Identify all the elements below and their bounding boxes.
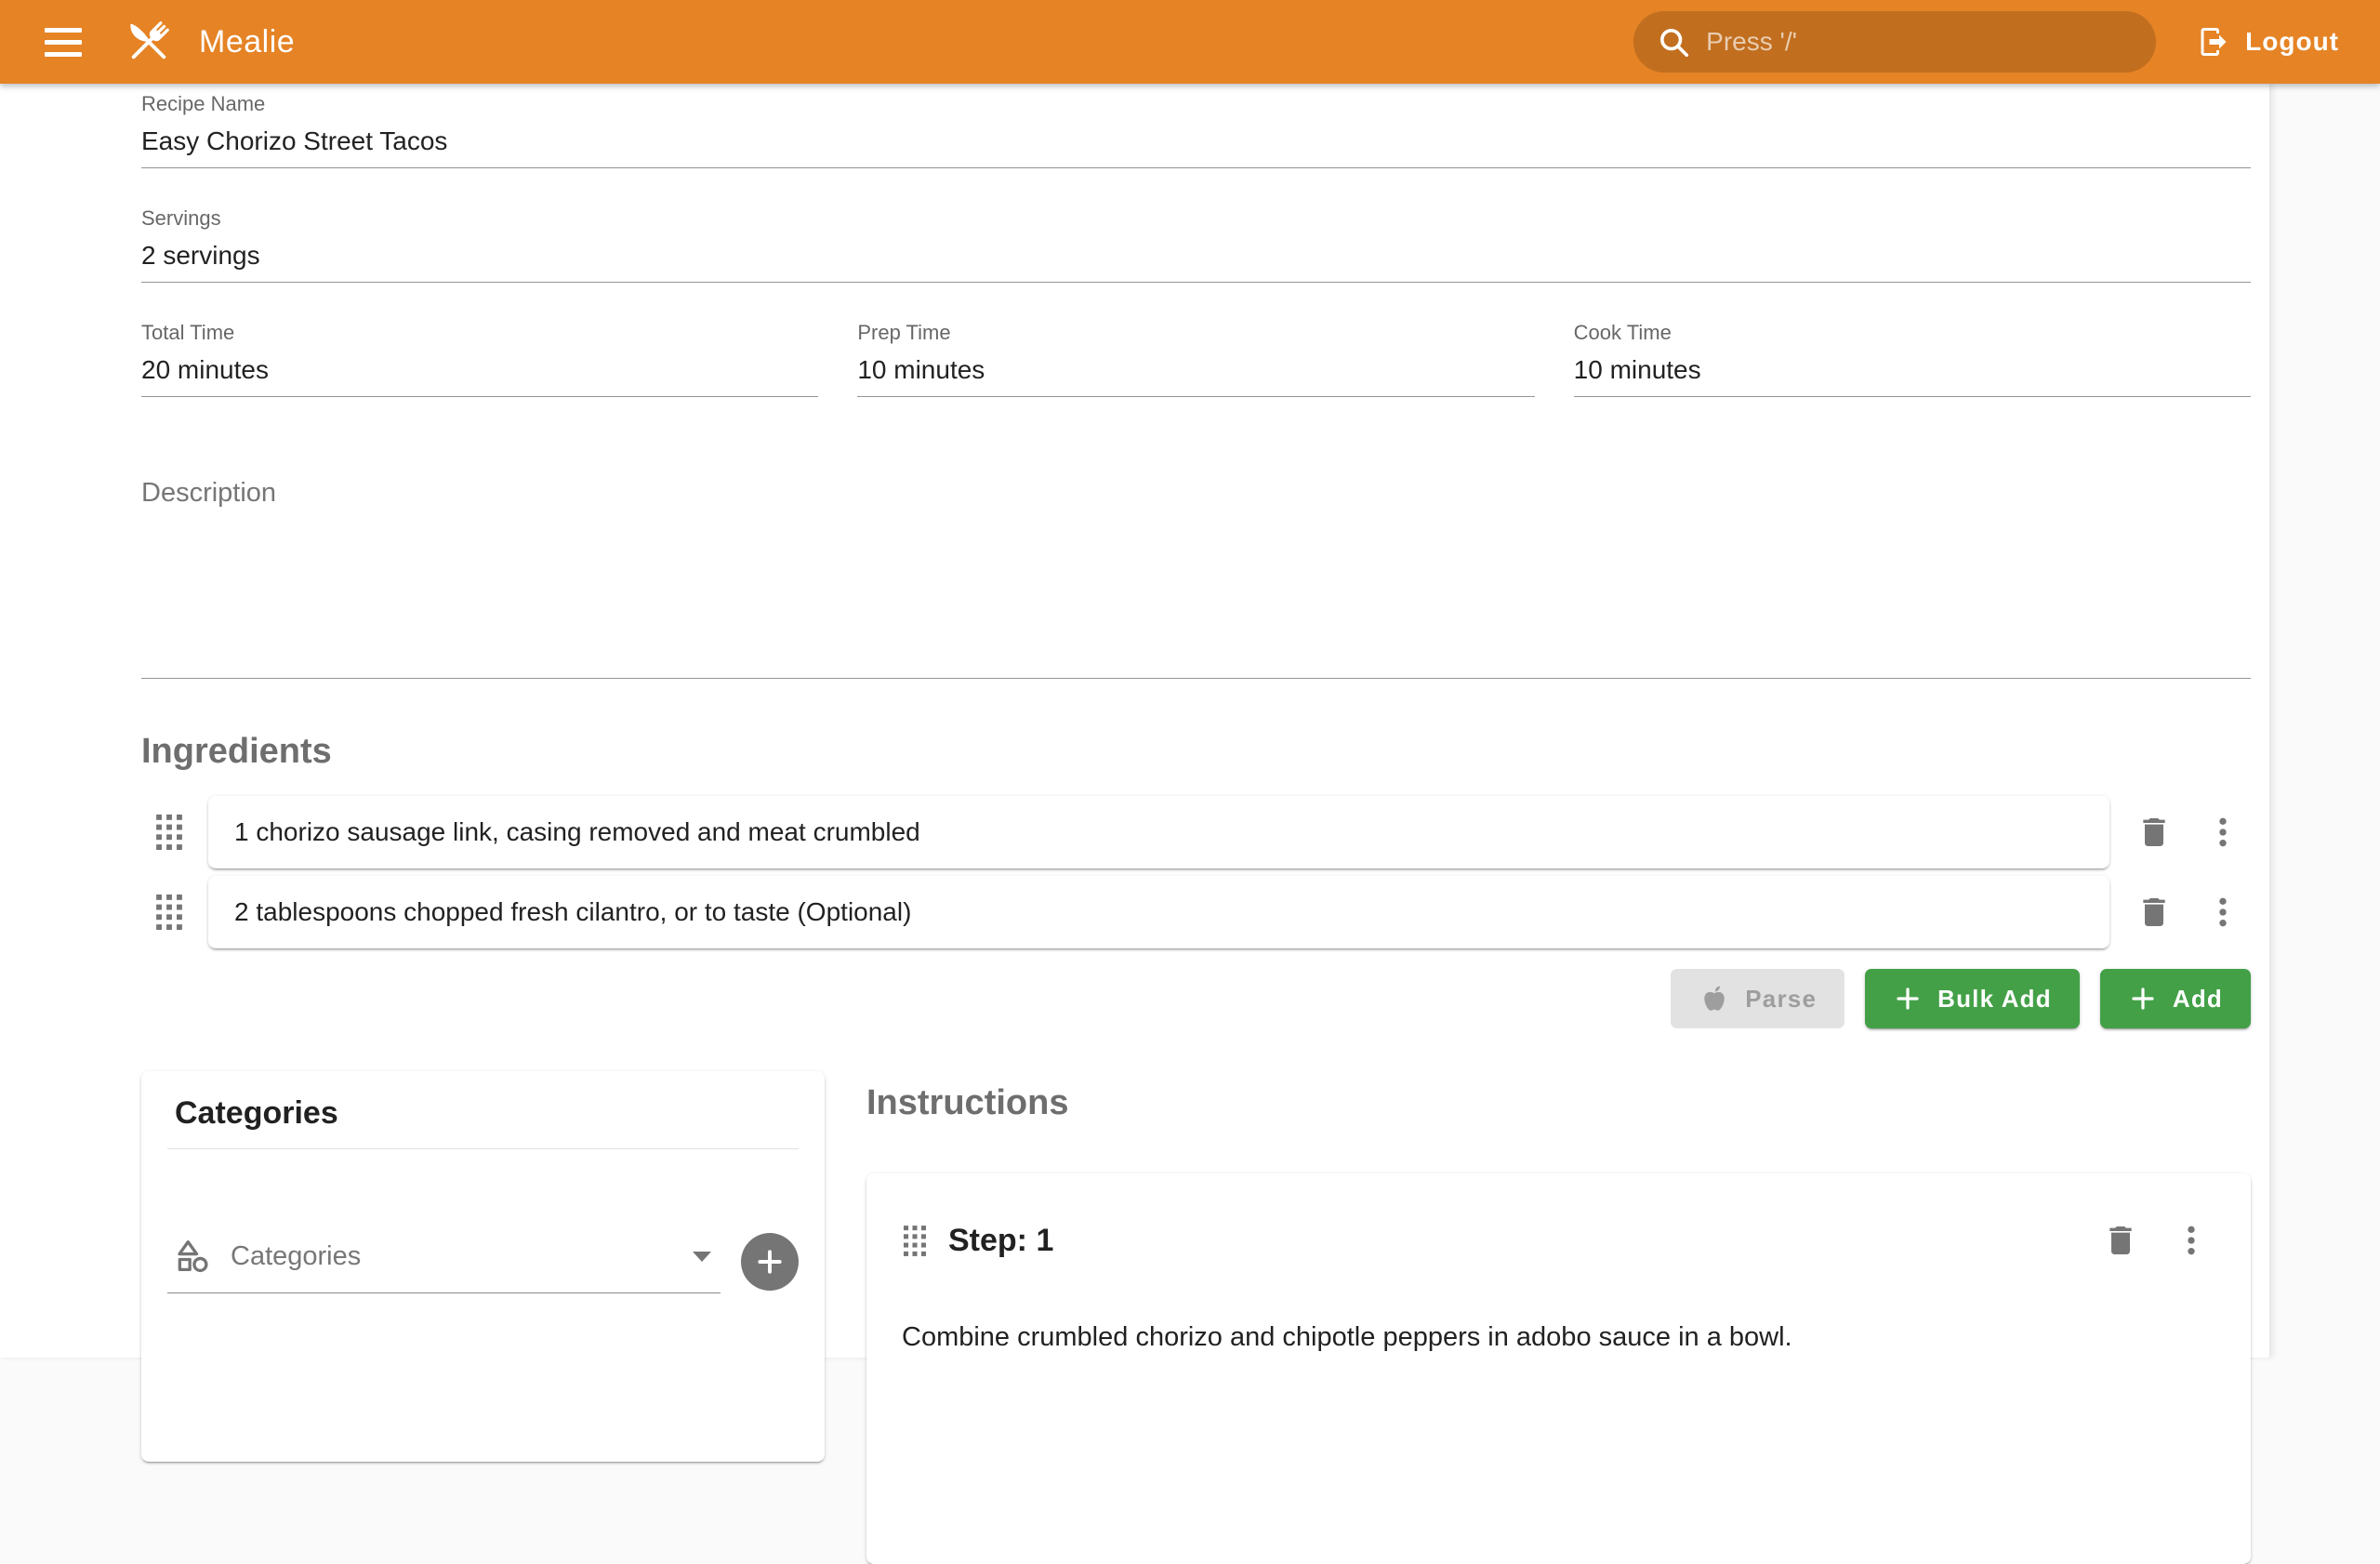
plus-icon xyxy=(1893,984,1923,1014)
categories-card: Categories Categories xyxy=(141,1071,825,1462)
categories-card-title: Categories xyxy=(167,1095,799,1132)
kebab-icon xyxy=(2204,894,2241,931)
drag-handle-icon[interactable] xyxy=(898,1220,932,1262)
delete-ingredient-button[interactable] xyxy=(2126,884,2182,940)
delete-step-button[interactable] xyxy=(2093,1213,2149,1268)
step-menu-button[interactable] xyxy=(2163,1213,2219,1268)
parse-label: Parse xyxy=(1745,985,1817,1014)
drag-handle-icon[interactable] xyxy=(151,809,188,855)
ingredient-input-card xyxy=(208,876,2109,948)
mealie-logo-icon xyxy=(119,12,178,72)
app-title: Mealie xyxy=(199,24,295,60)
servings-label: Servings xyxy=(141,205,2251,232)
description-input[interactable] xyxy=(141,509,2251,667)
shapes-icon xyxy=(173,1237,212,1276)
trash-icon xyxy=(2135,894,2173,931)
kebab-icon xyxy=(2173,1222,2210,1259)
total-time-field: Total Time xyxy=(141,320,818,397)
apple-icon xyxy=(1699,983,1730,1014)
cook-time-input[interactable] xyxy=(1574,346,2251,396)
ingredient-row xyxy=(141,876,2251,948)
categories-select-label: Categories xyxy=(231,1241,674,1272)
search-box[interactable] xyxy=(1633,11,2156,73)
servings-input[interactable] xyxy=(141,232,2251,282)
ingredient-menu-button[interactable] xyxy=(2195,884,2251,940)
recipe-name-field: Recipe Name xyxy=(141,91,2251,168)
plus-icon xyxy=(754,1246,786,1278)
bulk-add-button[interactable]: Bulk Add xyxy=(1865,969,2080,1028)
step-card: Step: 1 Combine crumbled chorizo and chi… xyxy=(866,1173,2251,1564)
categories-select[interactable]: Categories xyxy=(167,1229,721,1293)
servings-field: Servings xyxy=(141,205,2251,283)
chevron-down-icon xyxy=(693,1252,711,1262)
delete-ingredient-button[interactable] xyxy=(2126,804,2182,860)
ingredients-heading: Ingredients xyxy=(141,731,2251,772)
ingredient-menu-button[interactable] xyxy=(2195,804,2251,860)
kebab-icon xyxy=(2204,814,2241,851)
menu-icon[interactable] xyxy=(33,12,93,72)
plus-icon xyxy=(2128,984,2158,1014)
total-time-input[interactable] xyxy=(141,346,818,396)
add-label: Add xyxy=(2173,985,2223,1014)
add-category-button[interactable] xyxy=(741,1233,799,1291)
add-ingredient-button[interactable]: Add xyxy=(2100,969,2251,1028)
logout-icon xyxy=(2197,25,2230,59)
parse-button: Parse xyxy=(1671,969,1844,1028)
recipe-name-label: Recipe Name xyxy=(141,91,2251,117)
cook-time-label: Cook Time xyxy=(1574,320,2251,346)
recipe-name-input[interactable] xyxy=(141,117,2251,167)
prep-time-field: Prep Time xyxy=(857,320,1534,397)
cook-time-field: Cook Time xyxy=(1574,320,2251,397)
trash-icon xyxy=(2102,1222,2139,1259)
divider xyxy=(167,1148,799,1149)
bulk-add-label: Bulk Add xyxy=(1937,985,2052,1014)
step-text-input[interactable]: Combine crumbled chorizo and chipotle pe… xyxy=(898,1319,2219,1356)
ingredient-row xyxy=(141,796,2251,868)
prep-time-input[interactable] xyxy=(857,346,1534,396)
description-field: Description xyxy=(141,477,2251,679)
drag-handle-icon[interactable] xyxy=(151,889,188,935)
trash-icon xyxy=(2135,814,2173,851)
logout-label: Logout xyxy=(2245,27,2339,57)
search-input[interactable] xyxy=(1706,27,2134,57)
recipe-editor-sheet: Recipe Name Servings Total Time Prep Tim… xyxy=(0,84,2270,1358)
ingredient-input[interactable] xyxy=(208,817,2109,847)
app-bar: Mealie Logout xyxy=(0,0,2380,84)
instructions-heading: Instructions xyxy=(866,1082,2251,1123)
search-icon xyxy=(1656,24,1691,60)
ingredient-input-card xyxy=(208,796,2109,868)
logout-button[interactable]: Logout xyxy=(2184,9,2352,74)
ingredient-input[interactable] xyxy=(208,897,2109,927)
step-title: Step: 1 xyxy=(948,1223,2093,1259)
total-time-label: Total Time xyxy=(141,320,818,346)
prep-time-label: Prep Time xyxy=(857,320,1534,346)
description-label: Description xyxy=(141,478,276,508)
